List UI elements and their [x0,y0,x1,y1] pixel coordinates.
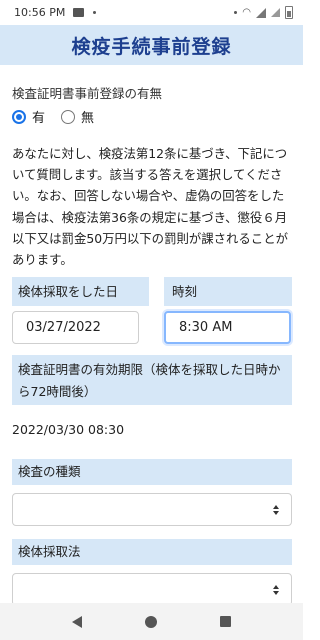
registration-radio-group: 有 無 [12,107,94,126]
validity-label: 検査証明書の有効期限（検体を採取した日時から72時間後） [12,355,292,405]
radio-no[interactable] [61,109,76,124]
radio-no-label[interactable]: 無 [81,107,94,126]
radio-yes[interactable] [12,109,26,124]
recent-apps-icon[interactable] [220,616,232,627]
android-nav-bar [0,603,303,640]
page-header: 検疫手続事前登録 [0,25,303,65]
sample-time-input[interactable]: 8:30 AM [164,311,291,344]
signal-secondary-icon [271,8,280,17]
status-bar: 10:56 PM ◠ [0,0,303,25]
sample-time-value: 8:30 AM [179,320,233,335]
validity-value: 2022/03/30 08:30 [12,422,125,437]
test-type-select[interactable] [12,493,292,526]
sample-date-input[interactable]: 03/27/2022 [12,311,139,344]
notification-dot-icon [234,11,238,14]
sample-method-label: 検体採取法 [12,539,292,565]
page-title: 検疫手続事前登録 [71,35,232,58]
registration-question-label: 検査証明書事前登録の有無 [12,86,163,101]
back-icon[interactable] [71,615,82,628]
sample-date-value: 03/27/2022 [26,320,101,335]
signal-icon [256,7,266,18]
legal-notice: あなたに対し、検疫法第12条に基づき、下記について質問します。該当する答えを選択… [12,146,288,268]
status-time: 10:56 PM [14,6,66,19]
select-arrows-icon [273,504,279,515]
sample-time-label: 時刻 [164,277,292,306]
sample-date-label: 検体採取をした日 [12,277,149,306]
test-type-label: 検査の種類 [12,459,292,485]
battery-icon [285,6,293,19]
notification-dot-icon [93,11,97,14]
select-arrows-icon [273,584,279,595]
home-icon[interactable] [144,615,157,628]
wifi-icon: ◠ [242,7,251,18]
status-icons: ◠ [234,6,293,19]
sample-method-select[interactable] [12,573,292,606]
photo-icon [73,8,85,17]
radio-yes-label[interactable]: 有 [32,107,45,126]
